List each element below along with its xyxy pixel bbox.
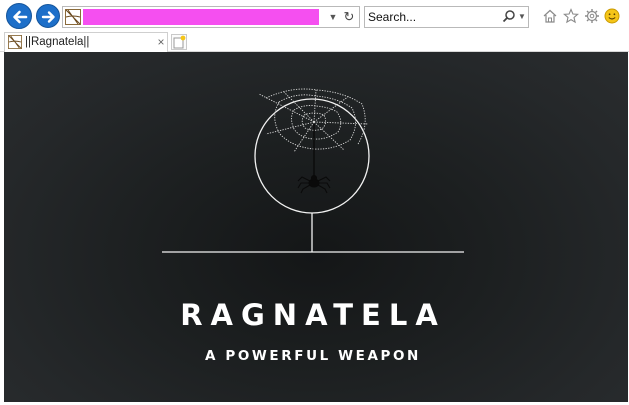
url-redaction [83,9,319,25]
spider-web-logo [162,88,464,253]
tab-bar: ||Ragnatela|| × [0,32,629,52]
spiderweb-favicon [65,9,81,25]
navigation-bar: ▼ ↻ ▼ [0,0,629,32]
new-tab-button[interactable] [171,34,187,50]
search-box[interactable]: ▼ [364,6,529,28]
refresh-icon[interactable]: ↻ [341,9,357,25]
address-bar[interactable]: ▼ ↻ [62,6,360,28]
tab-title: ||Ragnatela|| [25,36,90,48]
page-tagline: A POWERFUL WEAPON [205,348,421,364]
gear-icon[interactable] [584,8,600,24]
chevron-down-icon[interactable]: ▼ [327,9,339,25]
arrow-right-icon [41,11,55,23]
new-tab-icon [173,35,186,49]
spiderweb-favicon [8,35,22,49]
tab-ragnatela[interactable]: ||Ragnatela|| × [4,32,168,52]
smiley-icon[interactable] [604,8,620,24]
close-icon[interactable]: × [155,34,167,50]
star-icon[interactable] [563,8,579,24]
magnifier-icon[interactable] [502,9,516,25]
arrow-left-icon [13,10,28,24]
chevron-down-icon[interactable]: ▼ [517,9,527,25]
home-icon[interactable] [542,8,558,24]
search-input[interactable] [368,8,494,26]
forward-button[interactable] [36,4,60,28]
page-title: RAGNATELA [180,298,446,332]
back-button[interactable] [6,3,32,29]
page-viewport: RAGNATELA A POWERFUL WEAPON [4,52,628,402]
